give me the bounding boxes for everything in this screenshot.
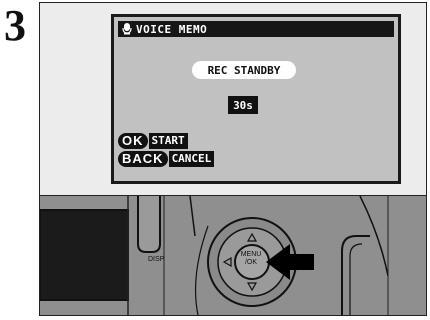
step-number: 3 [4,1,26,50]
menu-label-bottom: /OK [244,259,258,266]
back-cancel-hint: BACK CANCEL [118,151,215,167]
ok-key-label: OK [118,133,148,149]
disp-button [137,196,161,253]
microphone-icon [122,20,132,39]
recording-time: 30s [228,96,258,114]
lcd-screen: VOICE MEMO REC STANDBY 30s OK START BACK… [111,14,401,184]
start-label: START [148,133,188,149]
lcd-title-bar: VOICE MEMO [118,21,394,37]
lcd-title: VOICE MEMO [136,22,208,36]
disp-label: DISP [148,256,165,263]
cancel-label: CANCEL [168,151,215,167]
ok-start-hint: OK START [118,133,188,149]
lcd-area: VOICE MEMO REC STANDBY 30s OK START BACK… [40,3,426,195]
illustration-frame: VOICE MEMO REC STANDBY 30s OK START BACK… [39,2,427,316]
menu-label-top: MENU [240,251,262,258]
camera-lcd-panel [40,210,128,300]
back-key-label: BACK [118,151,168,167]
rec-standby-status: REC STANDBY [192,61,296,79]
menu-ok-label: MENU /OK [235,251,267,267]
camera-body-illustration: DISP MENU /OK [40,196,426,315]
